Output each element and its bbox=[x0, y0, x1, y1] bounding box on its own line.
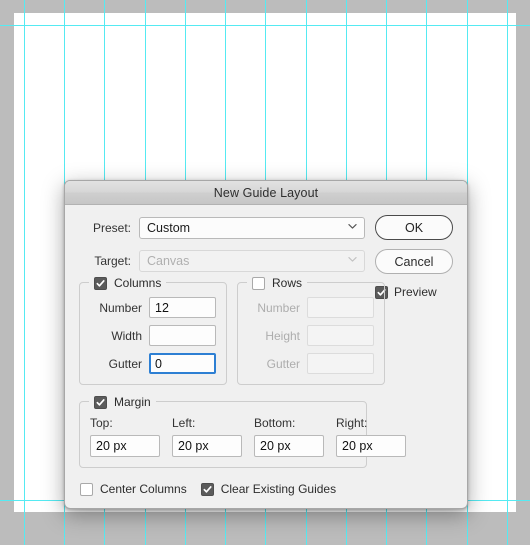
columns-number-row: Number 12 bbox=[90, 297, 216, 318]
chevron-down-icon bbox=[348, 223, 357, 231]
columns-rows-groups: Columns Number 12 Width Gutter 0 Rows Nu… bbox=[79, 275, 385, 385]
columns-width-row: Width bbox=[90, 325, 216, 346]
margin-left-cell: Left: 20 px bbox=[172, 416, 242, 457]
margin-legend[interactable]: Margin bbox=[89, 394, 156, 410]
margin-left-input[interactable]: 20 px bbox=[172, 435, 242, 457]
target-value: Canvas bbox=[147, 254, 190, 268]
center-columns-checkbox[interactable] bbox=[80, 482, 93, 496]
margin-left-label: Left: bbox=[172, 416, 196, 430]
chevron-down-icon bbox=[348, 256, 357, 264]
rows-checkbox[interactable] bbox=[252, 276, 265, 290]
margin-right-input[interactable]: 20 px bbox=[336, 435, 406, 457]
target-label: Target: bbox=[94, 254, 131, 268]
center-columns-label: Center Columns bbox=[100, 482, 187, 496]
rows-height-input bbox=[307, 325, 374, 346]
margin-top-input[interactable]: 20 px bbox=[90, 435, 160, 457]
columns-group: Columns Number 12 Width Gutter 0 bbox=[79, 275, 227, 385]
columns-checkbox[interactable] bbox=[94, 276, 107, 290]
horizontal-guide[interactable] bbox=[0, 25, 530, 26]
margin-top-label: Top: bbox=[90, 416, 113, 430]
margin-bottom-input[interactable]: 20 px bbox=[254, 435, 324, 457]
margin-group: Margin Top: 20 px Left: 20 px Bottom: 20… bbox=[79, 394, 406, 468]
margin-legend-label: Margin bbox=[114, 395, 151, 409]
dialog-footer: Center Columns Clear Existing Guides bbox=[79, 482, 453, 496]
preset-label: Preset: bbox=[92, 221, 131, 235]
columns-gutter-label: Gutter bbox=[108, 356, 142, 371]
margin-bottom-label: Bottom: bbox=[254, 416, 296, 430]
columns-number-input[interactable]: 12 bbox=[149, 297, 216, 318]
rows-gutter-row: Gutter bbox=[248, 353, 374, 374]
rows-number-input bbox=[307, 297, 374, 318]
preset-value: Custom bbox=[147, 221, 191, 235]
dialog-actions: OK Cancel Preview bbox=[375, 215, 453, 299]
rows-group: Rows Number Height Gutter bbox=[237, 275, 385, 385]
margin-fields: Top: 20 px Left: 20 px Bottom: 20 px Rig… bbox=[90, 416, 406, 457]
dialog-body: OK Cancel Preview Preset: Custom Target: bbox=[65, 205, 467, 508]
columns-width-input[interactable] bbox=[149, 325, 216, 346]
margin-bottom-cell: Bottom: 20 px bbox=[254, 416, 324, 457]
cancel-button[interactable]: Cancel bbox=[375, 249, 453, 274]
columns-number-label: Number bbox=[99, 300, 142, 315]
margin-top-cell: Top: 20 px bbox=[90, 416, 160, 457]
margin-checkbox[interactable] bbox=[94, 395, 107, 409]
rows-height-label: Height bbox=[265, 328, 300, 343]
columns-width-label: Width bbox=[111, 328, 142, 343]
rows-gutter-label: Gutter bbox=[266, 356, 300, 371]
ok-button[interactable]: OK bbox=[375, 215, 453, 240]
margin-right-cell: Right: 20 px bbox=[336, 416, 406, 457]
preset-select[interactable]: Custom bbox=[139, 217, 365, 239]
rows-number-row: Number bbox=[248, 297, 374, 318]
columns-gutter-input[interactable]: 0 bbox=[149, 353, 216, 374]
rows-number-label: Number bbox=[257, 300, 300, 315]
columns-legend[interactable]: Columns bbox=[89, 275, 167, 291]
clear-existing-guides-checkbox[interactable] bbox=[200, 482, 214, 496]
clear-existing-guides-label: Clear Existing Guides bbox=[220, 482, 337, 496]
target-select: Canvas bbox=[139, 250, 365, 272]
rows-height-row: Height bbox=[248, 325, 374, 346]
columns-gutter-row: Gutter 0 bbox=[90, 353, 216, 374]
vertical-guide[interactable] bbox=[24, 0, 25, 545]
dialog-title: New Guide Layout bbox=[213, 185, 319, 200]
rows-legend-label: Rows bbox=[272, 276, 303, 290]
dialog-titlebar[interactable]: New Guide Layout bbox=[65, 181, 467, 205]
margin-right-label: Right: bbox=[336, 416, 368, 430]
rows-legend[interactable]: Rows bbox=[247, 275, 308, 291]
preview-label: Preview bbox=[394, 285, 437, 299]
new-guide-layout-dialog: New Guide Layout OK Cancel Preview Prese… bbox=[64, 180, 468, 509]
columns-legend-label: Columns bbox=[114, 276, 162, 290]
rows-gutter-input bbox=[307, 353, 374, 374]
vertical-guide[interactable] bbox=[507, 0, 508, 545]
